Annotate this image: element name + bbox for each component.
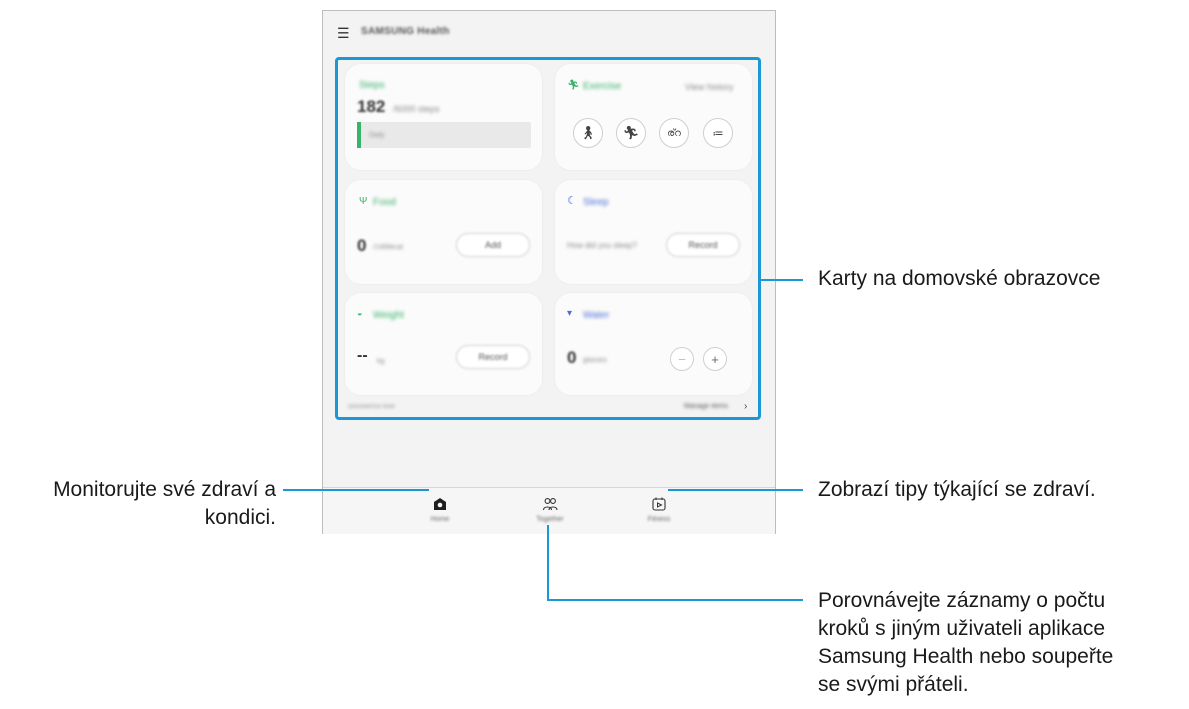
callout-compare-line3: Samsung Health nebo soupeřte	[818, 645, 1114, 668]
nav-tab-together[interactable]: Together	[520, 488, 580, 534]
callout-monitor-line2: kondici.	[204, 506, 276, 529]
people-icon	[542, 498, 558, 511]
callout-line-monitor	[283, 489, 429, 491]
nav-tab-fitness[interactable]: Fitness	[629, 488, 689, 534]
nav-label-together: Together	[536, 516, 564, 523]
nav-tab-home[interactable]: Home	[410, 488, 470, 534]
callout-line-compare-horizontal	[547, 599, 803, 601]
home-icon	[434, 498, 446, 510]
hamburger-menu-icon[interactable]: ☰	[337, 25, 350, 42]
callout-line-cards	[761, 279, 803, 281]
callout-line-tips	[668, 489, 803, 491]
home-cards-highlight	[335, 57, 761, 420]
nav-label-home: Home	[430, 516, 450, 523]
callout-line-compare-vertical	[547, 525, 549, 600]
callout-monitor: Monitorujte své zdraví a kondici.	[0, 476, 276, 532]
calendar-play-icon	[652, 497, 666, 511]
callout-compare-line2: kroků s jiným uživateli aplikace	[818, 617, 1106, 640]
callout-monitor-line1: Monitorujte své zdraví a	[53, 478, 276, 501]
callout-compare-line4: se svými přáteli.	[818, 673, 969, 696]
callout-home-cards: Karty na domovské obrazovce	[818, 267, 1101, 290]
callout-compare-line1: Porovnávejte záznamy o počtu	[818, 589, 1106, 612]
app-header: ☰ SAMSUNG Health	[323, 11, 775, 55]
callout-compare: Porovnávejte záznamy o počtu kroků s jin…	[818, 587, 1113, 699]
nav-label-fitness: Fitness	[647, 516, 671, 523]
bottom-navigation: Home Together Fitness	[323, 487, 775, 534]
callout-tips: Zobrazí tipy týkající se zdraví.	[818, 478, 1096, 501]
app-title: SAMSUNG Health	[361, 26, 450, 37]
